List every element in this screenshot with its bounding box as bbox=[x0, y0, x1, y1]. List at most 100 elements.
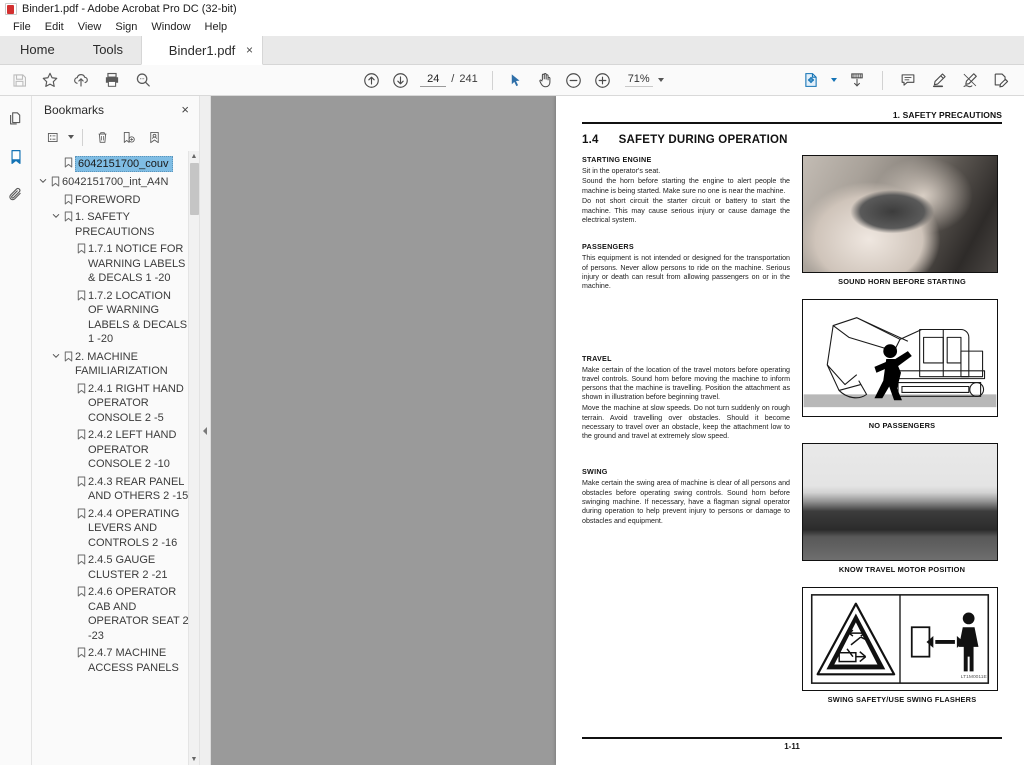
twisty-placeholder bbox=[62, 428, 75, 430]
block-paragraph: Sit in the operator's seat. bbox=[582, 166, 661, 175]
bookmark-item[interactable]: 2.4.7 MACHINE ACCESS PANELS bbox=[32, 645, 199, 677]
close-icon[interactable]: × bbox=[181, 103, 189, 116]
bookmark-item-label: 6042151700_int_A4N bbox=[62, 176, 169, 188]
twisty-placeholder bbox=[62, 553, 75, 555]
chevron-down-icon[interactable] bbox=[657, 78, 664, 82]
figure-caption: SOUND HORN BEFORE STARTING bbox=[838, 276, 966, 286]
block-heading: TRAVEL bbox=[582, 353, 612, 363]
bookmark-icon bbox=[75, 475, 88, 487]
bookmarks-icon[interactable] bbox=[3, 144, 29, 170]
bookmark-properties-icon[interactable] bbox=[143, 127, 165, 148]
bookmark-icon bbox=[62, 156, 75, 168]
bookmark-item[interactable]: 6042151700_couv bbox=[32, 154, 199, 174]
attachments-icon[interactable] bbox=[3, 182, 29, 208]
menu-item-sign[interactable]: Sign bbox=[108, 20, 144, 34]
panel-collapse-handle[interactable] bbox=[200, 96, 211, 765]
bookmark-item[interactable]: 2.4.4 OPERATING LEVERS AND CONTROLS 2 -1… bbox=[32, 505, 199, 552]
current-page-input[interactable]: 24 bbox=[420, 73, 447, 87]
cloud-upload-icon[interactable] bbox=[70, 69, 92, 91]
tab-home[interactable]: Home bbox=[0, 35, 75, 64]
chevron-down-icon[interactable] bbox=[49, 210, 62, 220]
block-paragraph: Do not short circuit the starter circuit… bbox=[582, 197, 790, 225]
bookmark-item[interactable]: 2.4.5 GAUGE CLUSTER 2 -21 bbox=[32, 552, 199, 584]
figure-sound-horn: SOUND HORN BEFORE STARTING bbox=[802, 154, 1002, 286]
lineart-excavator-with-person bbox=[803, 299, 997, 416]
section-title: SAFETY DURING OPERATION bbox=[618, 133, 788, 146]
main-area: Bookmarks × 6042151700_couv 6042151700_i… bbox=[0, 96, 1024, 765]
toolbar-divider-right bbox=[882, 70, 883, 90]
footer-rule bbox=[582, 737, 1002, 739]
bookmark-item[interactable]: 2.4.3 REAR PANEL AND OTHERS 2 -15 bbox=[32, 473, 199, 505]
draw-icon[interactable] bbox=[959, 69, 981, 91]
twisty-placeholder bbox=[62, 475, 75, 477]
zoom-out-icon[interactable] bbox=[563, 69, 585, 91]
bookmark-options-chevron-down-icon[interactable] bbox=[68, 135, 74, 139]
figure-caption: KNOW TRAVEL MOTOR POSITION bbox=[838, 564, 966, 574]
save-icon[interactable] bbox=[8, 69, 30, 91]
chevron-down-icon[interactable] bbox=[36, 175, 49, 185]
twisty-placeholder bbox=[62, 382, 75, 384]
bookmark-item[interactable]: 1. SAFETY PRECAUTIONS bbox=[32, 209, 199, 241]
scroll-down-icon[interactable]: ▼ bbox=[189, 754, 199, 765]
bookmarks-toolbar-divider bbox=[82, 128, 83, 146]
chevron-down-icon[interactable] bbox=[49, 350, 62, 360]
bookmarks-tree[interactable]: 6042151700_couv 6042151700_int_A4N FOREWOR… bbox=[32, 151, 199, 765]
bookmark-icon bbox=[62, 210, 75, 222]
scroll-mode-icon[interactable] bbox=[846, 69, 868, 91]
comment-icon[interactable] bbox=[897, 69, 919, 91]
scrollbar-thumb[interactable] bbox=[190, 163, 199, 215]
bookmark-item[interactable]: 6042151700_int_A4N bbox=[32, 174, 199, 192]
page-thumbnails-icon[interactable] bbox=[3, 106, 29, 132]
zoom-in-icon[interactable] bbox=[592, 69, 614, 91]
document-viewport[interactable]: 1. SAFETY PRECAUTIONS 1.4 SAFETY DURING … bbox=[211, 96, 1024, 765]
menu-item-window[interactable]: Window bbox=[144, 20, 197, 34]
figure-image: LT1M0011E bbox=[802, 586, 998, 691]
close-icon[interactable]: × bbox=[246, 44, 253, 56]
bookmark-item[interactable]: FOREWORD bbox=[32, 191, 199, 209]
menu-item-view[interactable]: View bbox=[71, 20, 109, 34]
figure-image bbox=[802, 442, 998, 561]
hand-tool-icon[interactable] bbox=[534, 69, 556, 91]
menu-item-help[interactable]: Help bbox=[198, 20, 235, 34]
star-icon[interactable] bbox=[39, 69, 61, 91]
svg-text:LT1M0011E: LT1M0011E bbox=[961, 674, 988, 680]
bookmark-item[interactable]: 1.7.2 LOCATION OF WARNING LABELS & DECAL… bbox=[32, 287, 199, 348]
tab-document[interactable]: Binder1.pdf × bbox=[141, 36, 264, 65]
print-icon[interactable] bbox=[101, 69, 123, 91]
previous-page-icon[interactable] bbox=[360, 69, 382, 91]
bookmarks-scrollbar[interactable]: ▲ ▼ bbox=[188, 151, 199, 765]
bookmark-item[interactable]: 2. MACHINE FAMILIARIZATION bbox=[32, 348, 199, 380]
bookmark-options-icon[interactable] bbox=[42, 127, 64, 148]
delete-bookmark-icon[interactable] bbox=[91, 127, 113, 148]
bookmark-item-label: 2.4.4 OPERATING LEVERS AND CONTROLS 2 -1… bbox=[88, 507, 180, 549]
fit-page-icon[interactable] bbox=[800, 69, 822, 91]
fit-page-chevron-down-icon[interactable] bbox=[831, 78, 837, 82]
bookmark-item[interactable]: 2.4.1 RIGHT HAND OPERATOR CONSOLE 2 -5 bbox=[32, 380, 199, 427]
twisty-placeholder bbox=[62, 585, 75, 587]
scroll-up-icon[interactable]: ▲ bbox=[189, 151, 199, 162]
bookmark-item-label: 2. MACHINE FAMILIARIZATION bbox=[75, 350, 168, 378]
window-title: Binder1.pdf - Adobe Acrobat Pro DC (32-b… bbox=[22, 2, 237, 15]
highlight-icon[interactable] bbox=[928, 69, 950, 91]
bookmark-icon bbox=[75, 507, 88, 519]
bookmark-item[interactable]: 1.7.1 NOTICE FOR WARNING LABELS & DECALS… bbox=[32, 241, 199, 288]
twisty-placeholder bbox=[62, 507, 75, 509]
menu-item-edit[interactable]: Edit bbox=[38, 20, 71, 34]
figure-no-passengers: NO PASSENGERS bbox=[802, 298, 1002, 430]
search-icon[interactable] bbox=[132, 69, 154, 91]
bookmark-item[interactable]: 2.4.2 LEFT HAND OPERATOR CONSOLE 2 -10 bbox=[32, 427, 199, 474]
bookmark-item[interactable]: 2.4.6 OPERATOR CAB AND OPERATOR SEAT 2 -… bbox=[32, 584, 199, 645]
menu-item-file[interactable]: File bbox=[6, 20, 38, 34]
photo-excavator-tracks bbox=[803, 443, 997, 560]
sign-icon[interactable] bbox=[990, 69, 1012, 91]
bookmark-item-label: 2.4.2 LEFT HAND OPERATOR CONSOLE 2 -10 bbox=[88, 429, 177, 470]
bookmark-icon bbox=[75, 242, 88, 254]
new-bookmark-icon[interactable] bbox=[117, 127, 139, 148]
zoom-level-control[interactable]: 71% bbox=[624, 73, 664, 87]
tab-tools[interactable]: Tools bbox=[75, 35, 141, 64]
page-navigation: 24 / 241 bbox=[420, 73, 478, 87]
toolbar-divider bbox=[491, 70, 493, 90]
next-page-icon[interactable] bbox=[389, 69, 411, 91]
block-starting-engine: STARTING ENGINE Sit in the operator's se… bbox=[582, 155, 790, 226]
select-tool-icon[interactable] bbox=[505, 69, 527, 91]
